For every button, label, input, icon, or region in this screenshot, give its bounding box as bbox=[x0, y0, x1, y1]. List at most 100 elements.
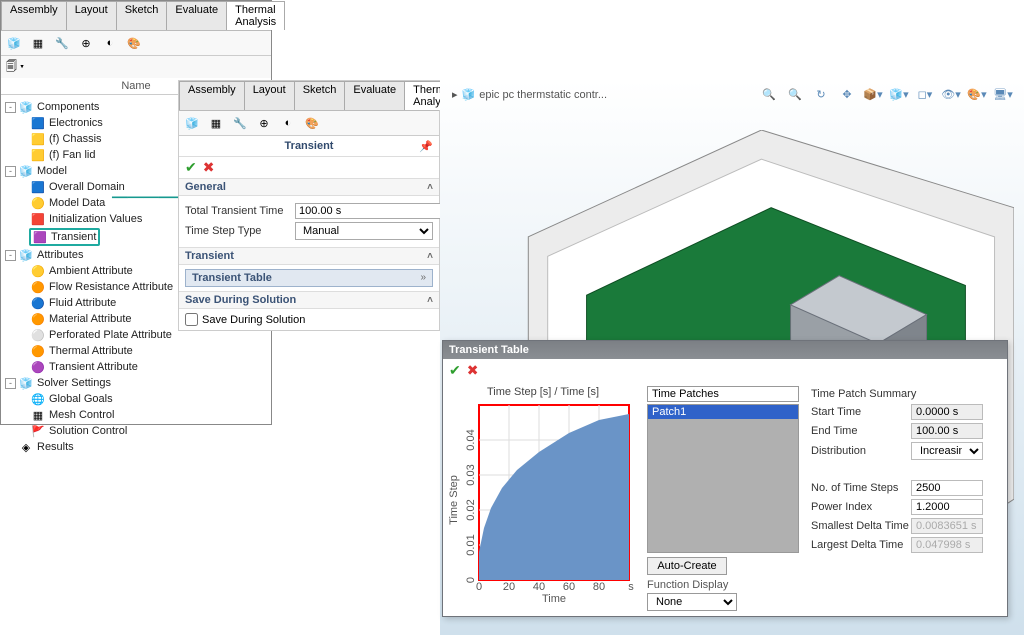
expander-icon[interactable]: - bbox=[5, 102, 16, 113]
display-style-icon[interactable]: ◻▾ bbox=[914, 84, 936, 104]
ribbon-tabs: Assembly Layout Sketch Evaluate Thermal … bbox=[1, 1, 271, 31]
toolbar-grid-icon[interactable]: ▦ bbox=[27, 33, 49, 53]
toolbar-tool-icon[interactable]: 🔧 bbox=[229, 113, 251, 133]
breadcrumb[interactable]: ▸ 🧊 epic pc thermstatic contr... bbox=[452, 88, 607, 101]
tab-layout[interactable]: Layout bbox=[66, 1, 117, 30]
pan-icon[interactable]: ✥ bbox=[836, 84, 858, 104]
group-save-header[interactable]: Save During Solution˄ bbox=[179, 291, 439, 309]
tree-node[interactable]: Global Goals bbox=[49, 393, 113, 405]
breadcrumb-expand-icon[interactable]: ▸ bbox=[452, 88, 458, 101]
ok-icon[interactable]: ✔ bbox=[449, 362, 461, 379]
dialog-title: Transient Table bbox=[443, 341, 1007, 359]
power-index-label: Power Index bbox=[811, 501, 911, 513]
tree-node[interactable]: Model Data bbox=[49, 197, 105, 209]
expander-icon[interactable]: - bbox=[5, 250, 16, 261]
toolbar-cube-icon[interactable]: 🎨 bbox=[123, 33, 145, 53]
hide-show-icon[interactable]: 👁▾ bbox=[940, 84, 962, 104]
time-step-chart: 0 0.01 0.02 0.03 0.04 02040 6080s Time S… bbox=[447, 400, 637, 605]
step-type-select[interactable]: Manual bbox=[295, 222, 433, 240]
toolbar-target-icon[interactable]: ⊕ bbox=[253, 113, 275, 133]
patch-item-selected[interactable]: Patch1 bbox=[648, 405, 798, 419]
distribution-select[interactable]: Increasing bbox=[911, 442, 983, 460]
tab-thermal[interactable]: Thermal Analysis bbox=[226, 1, 285, 30]
tree-node[interactable]: (f) Chassis bbox=[49, 133, 102, 145]
svg-text:0.02: 0.02 bbox=[465, 499, 477, 520]
toolbar-target-icon[interactable]: ⊕ bbox=[75, 33, 97, 53]
steps-input[interactable] bbox=[911, 480, 983, 496]
pin-icon[interactable]: 📌 bbox=[419, 140, 433, 153]
summary-title: Time Patch Summary bbox=[811, 388, 999, 400]
toolbar-tool-icon[interactable]: 🔧 bbox=[51, 33, 73, 53]
tree-node-attributes[interactable]: Attributes bbox=[37, 249, 83, 261]
tree-node-solver[interactable]: Solver Settings bbox=[37, 377, 111, 389]
cancel-icon[interactable]: ✖ bbox=[203, 159, 215, 176]
toolbar-assembly-icon[interactable]: 🧊 bbox=[181, 113, 203, 133]
view-cube-icon[interactable]: 🧊▾ bbox=[888, 84, 910, 104]
tree-node-results[interactable]: Results bbox=[37, 441, 74, 453]
step-type-label: Time Step Type bbox=[185, 225, 291, 237]
toolbar-cube-icon[interactable]: 🎨 bbox=[301, 113, 323, 133]
tree-node[interactable]: Thermal Attribute bbox=[49, 345, 133, 357]
group-transient-header[interactable]: Transient˄ bbox=[179, 247, 439, 265]
tree-node[interactable]: Flow Resistance Attribute bbox=[49, 281, 173, 293]
tab-evaluate-b[interactable]: Evaluate bbox=[344, 81, 405, 110]
time-patches-panel: Time Patches Patch1 Auto-Create Function… bbox=[643, 382, 803, 615]
tree-node-model[interactable]: Model bbox=[37, 165, 67, 177]
transient-table-button[interactable]: Transient Table» bbox=[185, 269, 433, 287]
svg-text:0.01: 0.01 bbox=[465, 534, 477, 555]
tree-node[interactable]: Perforated Plate Attribute bbox=[49, 329, 172, 341]
auto-create-button[interactable]: Auto-Create bbox=[647, 557, 727, 575]
tab-evaluate[interactable]: Evaluate bbox=[166, 1, 227, 30]
appearance-icon[interactable]: 🎨▾ bbox=[966, 84, 988, 104]
toolbar-chart-icon[interactable]: ◐ bbox=[99, 33, 121, 53]
render-icon[interactable]: 🖥▾ bbox=[992, 84, 1014, 104]
tree-node[interactable]: (f) Fan lid bbox=[49, 149, 95, 161]
tab-sketch-b[interactable]: Sketch bbox=[294, 81, 346, 110]
expander-icon[interactable]: - bbox=[5, 166, 16, 177]
tab-assembly-b[interactable]: Assembly bbox=[179, 81, 245, 110]
chevron-up-icon: ˄ bbox=[427, 295, 433, 306]
tab-assembly[interactable]: Assembly bbox=[1, 1, 67, 30]
tree-node[interactable]: Solution Control bbox=[49, 425, 127, 437]
smallest-delta-value: 0.0083651 s bbox=[911, 518, 983, 534]
save-during-solution-checkbox[interactable] bbox=[185, 313, 198, 326]
toolbar-grid-icon[interactable]: ▦ bbox=[205, 113, 227, 133]
tree-node[interactable]: Electronics bbox=[49, 117, 103, 129]
zoom-fit-icon[interactable]: 🔍 bbox=[758, 84, 780, 104]
cube-icon: 🟥 bbox=[31, 212, 45, 226]
ok-icon[interactable]: ✔ bbox=[185, 159, 197, 176]
rotate-icon[interactable]: ↻ bbox=[810, 84, 832, 104]
expander-icon[interactable]: - bbox=[5, 378, 16, 389]
view-toolbar: 🔍 🔍 ↻ ✥ 📦▾ 🧊▾ ◻▾ 👁▾ 🎨▾ 🖥▾ bbox=[758, 84, 1014, 104]
toolbar-chart-icon[interactable]: ◐ bbox=[277, 113, 299, 133]
cancel-icon[interactable]: ✖ bbox=[467, 362, 479, 379]
filter-toggle-icon[interactable]: 🗐 ▾ bbox=[5, 57, 25, 77]
tree-node[interactable]: Transient Attribute bbox=[49, 361, 138, 373]
svg-text:40: 40 bbox=[533, 581, 545, 593]
section-icon[interactable]: 📦▾ bbox=[862, 84, 884, 104]
toolbar-assembly-icon[interactable]: 🧊 bbox=[3, 33, 25, 53]
assembly-icon: 🧊 bbox=[462, 88, 476, 101]
group-general-header[interactable]: General˄ bbox=[179, 178, 439, 196]
tree-node[interactable]: Initialization Values bbox=[49, 213, 142, 225]
tree-node[interactable]: Material Attribute bbox=[49, 313, 132, 325]
tab-layout-b[interactable]: Layout bbox=[244, 81, 295, 110]
tree-node[interactable]: Fluid Attribute bbox=[49, 297, 116, 309]
time-patches-list[interactable]: Patch1 bbox=[647, 404, 799, 553]
zoom-area-icon[interactable]: 🔍 bbox=[784, 84, 806, 104]
function-display-select[interactable]: None bbox=[647, 593, 737, 611]
sphere-icon: 🟠 bbox=[31, 312, 45, 326]
breadcrumb-item[interactable]: epic pc thermstatic contr... bbox=[479, 89, 607, 101]
power-index-input[interactable] bbox=[911, 499, 983, 515]
tree-node[interactable]: Mesh Control bbox=[49, 409, 114, 421]
tree-node[interactable]: Ambient Attribute bbox=[49, 265, 133, 277]
results-icon: ◈ bbox=[19, 440, 33, 454]
tab-sketch[interactable]: Sketch bbox=[116, 1, 168, 30]
total-time-input[interactable] bbox=[295, 203, 445, 219]
smallest-delta-label: Smallest Delta Time bbox=[811, 520, 911, 532]
sphere-icon: 🟣 bbox=[31, 360, 45, 374]
sphere-icon: 🟠 bbox=[31, 280, 45, 294]
svg-text:20: 20 bbox=[503, 581, 515, 593]
tree-node-components[interactable]: Components bbox=[37, 101, 99, 113]
tree-node-transient[interactable]: Transient bbox=[51, 231, 96, 243]
